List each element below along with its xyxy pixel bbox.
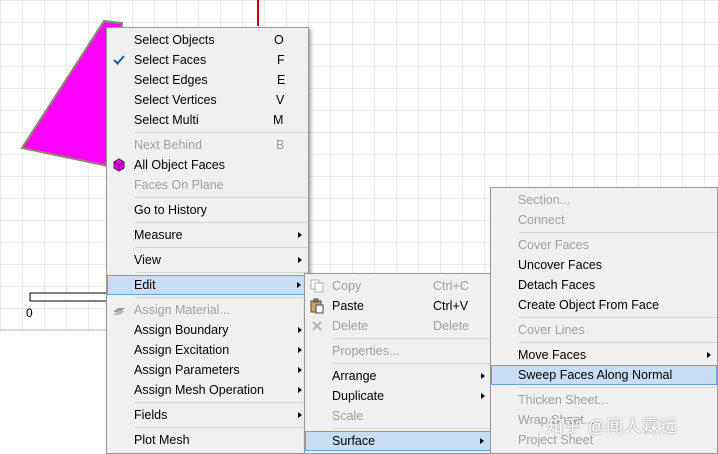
submenu-arrow-icon: [707, 352, 711, 358]
watermark-text: 知乎 @闻人霖远: [546, 417, 678, 436]
menu-item-select-vertices[interactable]: Select Vertices V: [107, 90, 308, 110]
menu-item-cover-lines[interactable]: Cover Lines: [491, 320, 717, 340]
submenu-arrow-icon: [297, 282, 301, 288]
menu-separator: [519, 317, 717, 318]
menu-separator: [519, 232, 717, 233]
menu-separator: [135, 427, 308, 428]
menu-item-detach-faces[interactable]: Detach Faces: [491, 275, 717, 295]
menu-item-select-faces[interactable]: Select Faces F: [107, 50, 308, 70]
menu-item-assign-material[interactable]: Assign Material...: [107, 300, 308, 320]
submenu-arrow-icon: [481, 373, 485, 379]
cube-icon: [113, 158, 125, 172]
menu-item-scale[interactable]: Scale: [305, 406, 491, 426]
menu-item-surface[interactable]: Surface: [305, 431, 491, 451]
menu-item-view[interactable]: View: [107, 250, 308, 270]
menu-item-paste[interactable]: Paste Ctrl+V: [305, 296, 491, 316]
menu-separator: [333, 338, 491, 339]
menu-item-section[interactable]: Section...: [491, 190, 717, 210]
menu-item-sweep-faces-along-normal[interactable]: Sweep Faces Along Normal: [491, 365, 717, 385]
menu-item-arrange[interactable]: Arrange: [305, 366, 491, 386]
menu-separator: [135, 272, 308, 273]
menu-item-fields[interactable]: Fields: [107, 405, 308, 425]
submenu-arrow-icon: [298, 232, 302, 238]
submenu-arrow-icon: [481, 393, 485, 399]
menu-item-select-edges[interactable]: Select Edges E: [107, 70, 308, 90]
menu-item-create-object-from-face[interactable]: Create Object From Face: [491, 295, 717, 315]
delete-icon: [312, 321, 322, 331]
menu-item-measure[interactable]: Measure: [107, 225, 308, 245]
menu-separator: [135, 402, 308, 403]
submenu-arrow-icon: [298, 257, 302, 263]
edit-submenu: Copy Ctrl+C Paste Ctrl+V Delete Delete P…: [304, 273, 492, 454]
menu-item-properties[interactable]: Properties...: [305, 341, 491, 361]
menu-item-duplicate[interactable]: Duplicate: [305, 386, 491, 406]
check-icon: [113, 55, 125, 65]
material-icon: [113, 308, 125, 315]
menu-item-assign-mesh-operation[interactable]: Assign Mesh Operation: [107, 380, 308, 400]
submenu-arrow-icon: [298, 327, 302, 333]
menu-separator: [135, 247, 308, 248]
menu-separator: [333, 428, 491, 429]
menu-separator: [333, 363, 491, 364]
submenu-arrow-icon: [298, 347, 302, 353]
menu-separator: [519, 387, 717, 388]
ruler-zero-label: 0: [26, 306, 33, 320]
menu-item-all-object-faces[interactable]: All Object Faces: [107, 155, 308, 175]
menu-item-assign-boundary[interactable]: Assign Boundary: [107, 320, 308, 340]
menu-item-select-objects[interactable]: Select Objects O: [107, 30, 308, 50]
menu-separator: [135, 132, 308, 133]
menu-item-assign-excitation[interactable]: Assign Excitation: [107, 340, 308, 360]
menu-separator: [519, 342, 717, 343]
submenu-arrow-icon: [298, 387, 302, 393]
context-menu: Select Objects O Select Faces F Select E…: [106, 27, 309, 454]
menu-item-copy[interactable]: Copy Ctrl+C: [305, 276, 491, 296]
menu-item-cover-faces[interactable]: Cover Faces: [491, 235, 717, 255]
menu-item-delete[interactable]: Delete Delete: [305, 316, 491, 336]
menu-separator: [135, 297, 308, 298]
menu-item-go-to-history[interactable]: Go to History: [107, 200, 308, 220]
submenu-arrow-icon: [298, 412, 302, 418]
menu-item-edit[interactable]: Edit: [107, 275, 308, 295]
submenu-arrow-icon: [298, 367, 302, 373]
menu-item-select-multi[interactable]: Select Multi M: [107, 110, 308, 130]
scale-ruler: [29, 292, 111, 302]
menu-item-thicken-sheet[interactable]: Thicken Sheet...: [491, 390, 717, 410]
paste-icon: [310, 298, 324, 314]
menu-item-faces-on-plane[interactable]: Faces On Plane: [107, 175, 308, 195]
menu-item-next-behind[interactable]: Next Behind B: [107, 135, 308, 155]
menu-separator: [135, 197, 308, 198]
menu-item-connect[interactable]: Connect: [491, 210, 717, 230]
menu-item-uncover-faces[interactable]: Uncover Faces: [491, 255, 717, 275]
menu-item-move-faces[interactable]: Move Faces: [491, 345, 717, 365]
menu-separator: [135, 222, 308, 223]
menu-item-plot-mesh[interactable]: Plot Mesh: [107, 430, 308, 450]
submenu-arrow-icon: [480, 438, 484, 444]
copy-icon: [310, 279, 324, 293]
menu-item-assign-parameters[interactable]: Assign Parameters: [107, 360, 308, 380]
